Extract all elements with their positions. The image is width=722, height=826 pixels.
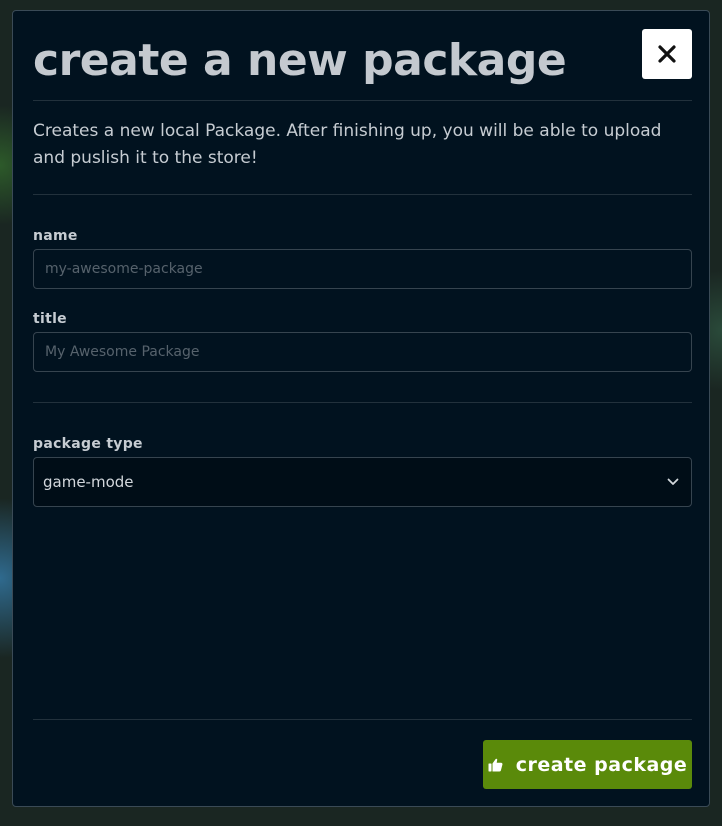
package-type-label: package type [33,436,143,452]
create-package-modal: create a new package Creates a new local… [12,10,710,807]
name-input[interactable] [33,249,692,289]
modal-title: create a new package [33,35,567,86]
title-label: title [33,311,67,327]
footer-divider [33,719,692,720]
description-divider [33,194,692,195]
chevron-down-icon [666,475,680,489]
title-divider [33,100,692,101]
thumbs-up-icon [488,757,504,773]
create-package-button[interactable]: create package [483,740,692,789]
close-button[interactable] [642,29,692,79]
create-package-label: create package [515,753,688,776]
package-type-select[interactable]: game-mode [33,457,692,507]
fields-divider [33,402,692,403]
close-icon [658,45,676,63]
package-type-value: game-mode [43,473,134,491]
title-input[interactable] [33,332,692,372]
modal-description: Creates a new local Package. After finis… [33,121,662,168]
name-label: name [33,228,78,244]
